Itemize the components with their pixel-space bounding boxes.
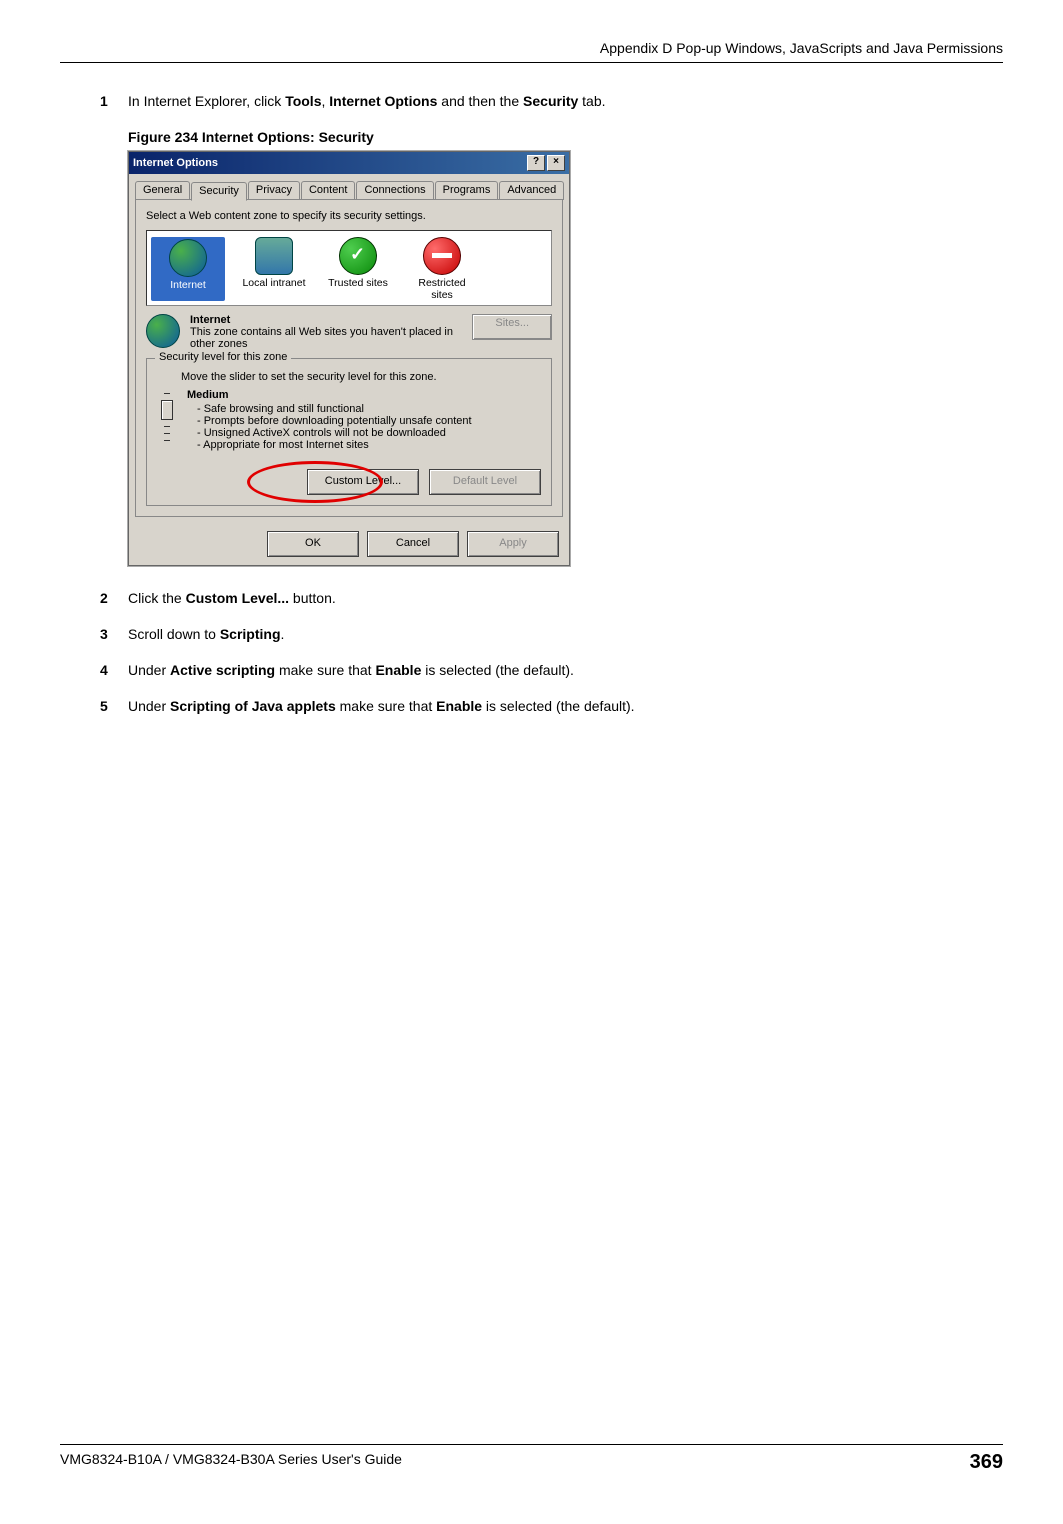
- tab-general[interactable]: General: [135, 181, 190, 200]
- step-number: 1: [100, 93, 128, 109]
- step-text: In Internet Explorer, click Tools, Inter…: [128, 93, 606, 109]
- zone-label: Trusted sites: [323, 277, 393, 289]
- custom-level-button[interactable]: Custom Level...: [307, 469, 419, 495]
- instruction-list: 1 In Internet Explorer, click Tools, Int…: [100, 93, 1003, 714]
- step-text: Under Scripting of Java applets make sur…: [128, 698, 635, 714]
- security-tab-body: Select a Web content zone to specify its…: [135, 199, 563, 517]
- default-level-button: Default Level: [429, 469, 541, 495]
- apply-button: Apply: [467, 531, 559, 557]
- level-bullets: - Safe browsing and still functional - P…: [197, 403, 472, 451]
- close-icon[interactable]: ×: [547, 155, 565, 171]
- zone-label: Local intranet: [239, 277, 309, 289]
- slider-tick: [164, 440, 170, 441]
- slider-tick: [164, 393, 170, 394]
- zone-internet[interactable]: Internet: [151, 237, 225, 301]
- step-2: 2 Click the Custom Level... button.: [100, 590, 1003, 606]
- level-description: Medium - Safe browsing and still functio…: [187, 389, 472, 451]
- figure-label: Figure 234 Internet Options: Security: [128, 129, 1003, 145]
- step-number: 2: [100, 590, 128, 606]
- titlebar-buttons: ? ×: [527, 155, 565, 171]
- dialog-tabs: General Security Privacy Content Connect…: [129, 174, 569, 199]
- security-slider[interactable]: [157, 389, 177, 451]
- guide-title: VMG8324-B10A / VMG8324-B30A Series User'…: [60, 1451, 402, 1474]
- monitor-icon: [255, 237, 293, 275]
- tab-content[interactable]: Content: [301, 181, 356, 200]
- ok-button[interactable]: OK: [267, 531, 359, 557]
- zone-description-row: Internet This zone contains all Web site…: [146, 314, 552, 350]
- internet-options-dialog: Internet Options ? × General Security Pr…: [128, 151, 570, 566]
- zone-trusted-sites[interactable]: Trusted sites: [323, 237, 393, 301]
- dialog-button-row: OK Cancel Apply: [129, 523, 569, 565]
- step-number: 5: [100, 698, 128, 714]
- step-text: Under Active scripting make sure that En…: [128, 662, 574, 678]
- zone-instruction: Select a Web content zone to specify its…: [146, 210, 552, 222]
- step-4: 4 Under Active scripting make sure that …: [100, 662, 1003, 678]
- tab-privacy[interactable]: Privacy: [248, 181, 300, 200]
- step-3: 3 Scroll down to Scripting.: [100, 626, 1003, 642]
- slider-tick: [164, 433, 170, 434]
- sites-button: Sites...: [472, 314, 552, 340]
- page-header: Appendix D Pop-up Windows, JavaScripts a…: [60, 40, 1003, 63]
- globe-icon: [146, 314, 180, 348]
- step-text: Scroll down to Scripting.: [128, 626, 284, 642]
- step-number: 4: [100, 662, 128, 678]
- dialog-title: Internet Options: [133, 157, 218, 169]
- security-level-group: Security level for this zone Move the sl…: [146, 358, 552, 506]
- appendix-title: Appendix D Pop-up Windows, JavaScripts a…: [600, 40, 1003, 56]
- tab-connections[interactable]: Connections: [356, 181, 433, 200]
- slider-tick: [164, 426, 170, 427]
- step-text: Click the Custom Level... button.: [128, 590, 336, 606]
- zone-restricted-sites[interactable]: Restricted sites: [407, 237, 477, 301]
- zones-box: Internet Local intranet Trusted sites Re…: [146, 230, 552, 306]
- help-icon[interactable]: ?: [527, 155, 545, 171]
- dialog-titlebar: Internet Options ? ×: [129, 152, 569, 174]
- zone-description: Internet This zone contains all Web site…: [190, 314, 462, 350]
- cancel-button[interactable]: Cancel: [367, 531, 459, 557]
- globe-icon: [169, 239, 207, 277]
- page-number: 369: [970, 1451, 1003, 1474]
- group-label: Security level for this zone: [155, 351, 291, 363]
- step-number: 3: [100, 626, 128, 642]
- tab-security[interactable]: Security: [191, 182, 247, 201]
- step-5: 5 Under Scripting of Java applets make s…: [100, 698, 1003, 714]
- tab-programs[interactable]: Programs: [435, 181, 499, 200]
- slider-row: Medium - Safe browsing and still functio…: [157, 389, 541, 451]
- level-button-row: Custom Level... Default Level: [157, 469, 541, 495]
- page-footer: VMG8324-B10A / VMG8324-B30A Series User'…: [60, 1444, 1003, 1474]
- step-1: 1 In Internet Explorer, click Tools, Int…: [100, 93, 1003, 109]
- check-icon: [339, 237, 377, 275]
- slider-instruction: Move the slider to set the security leve…: [181, 371, 541, 383]
- tab-advanced[interactable]: Advanced: [499, 181, 564, 200]
- zone-local-intranet[interactable]: Local intranet: [239, 237, 309, 301]
- zone-label: Internet: [153, 279, 223, 291]
- slider-thumb[interactable]: [161, 400, 173, 420]
- stop-icon: [423, 237, 461, 275]
- zone-label: Restricted sites: [407, 277, 477, 301]
